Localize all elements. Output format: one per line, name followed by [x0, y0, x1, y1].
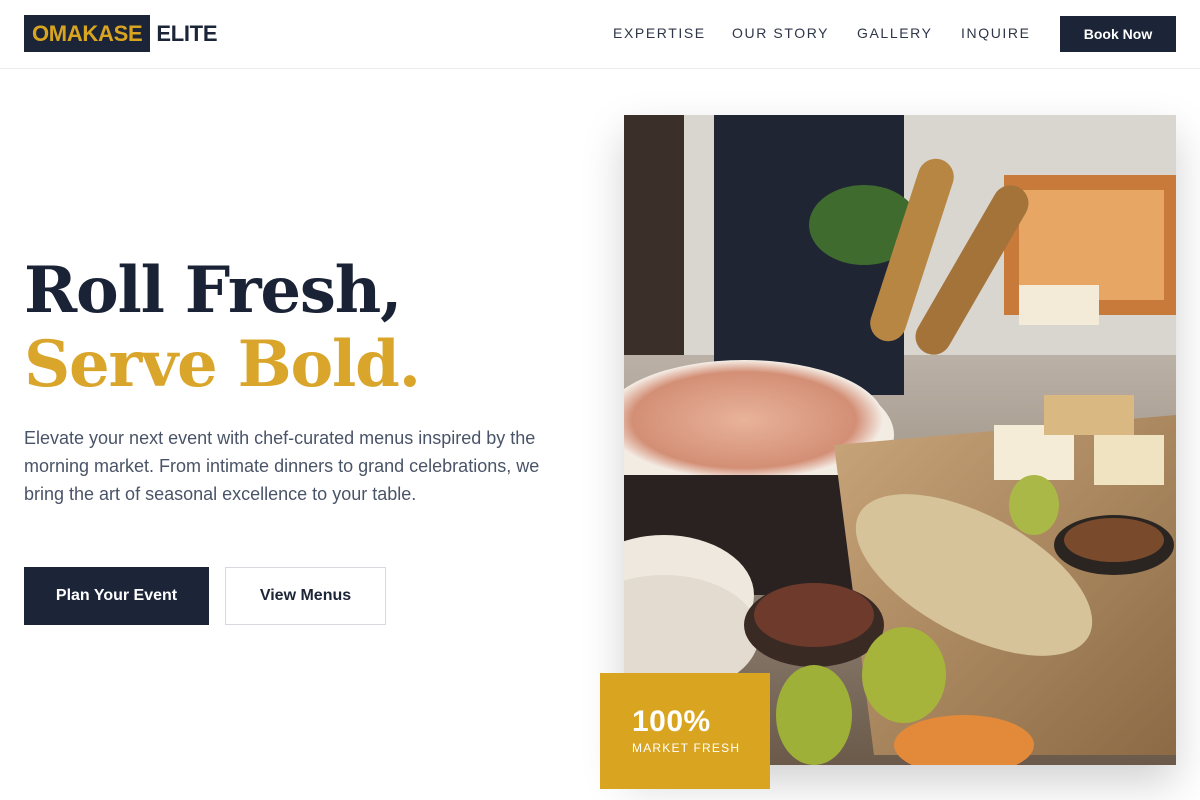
hero-description: Elevate your next event with chef-curate… — [24, 428, 540, 504]
site-header: OMAKASE ELITE EXPERTISE OUR STORY GALLER… — [0, 0, 1200, 69]
nav-link-our-story[interactable]: OUR STORY — [732, 24, 857, 42]
main-nav: EXPERTISE OUR STORY GALLERY INQUIRE — [613, 24, 1041, 42]
nav-link-gallery[interactable]: GALLERY — [857, 24, 961, 42]
stat-label: MARKET FRESH — [632, 741, 741, 755]
view-menus-button[interactable]: View Menus — [225, 567, 386, 625]
hero-title-line2: Serve Bold. — [24, 327, 421, 402]
logo-highlight: OMAKASE — [24, 15, 151, 52]
market-fresh-badge: 100% MARKET FRESH — [600, 673, 770, 789]
brand-logo[interactable]: OMAKASE ELITE — [24, 15, 218, 52]
plan-event-button[interactable]: Plan Your Event — [24, 567, 209, 625]
book-now-button[interactable]: Book Now — [1060, 16, 1176, 52]
logo-text: ELITE — [156, 20, 218, 46]
hero-title: Roll Fresh, Serve Bold. — [24, 253, 421, 402]
nav-link-inquire[interactable]: INQUIRE — [961, 24, 1041, 42]
catering-buffet-image — [624, 115, 1176, 765]
nav-link-expertise[interactable]: EXPERTISE — [613, 24, 732, 42]
stat-value: 100% — [632, 705, 711, 738]
hero-photo — [624, 115, 1176, 765]
hero-title-line1: Roll Fresh, — [24, 253, 402, 328]
